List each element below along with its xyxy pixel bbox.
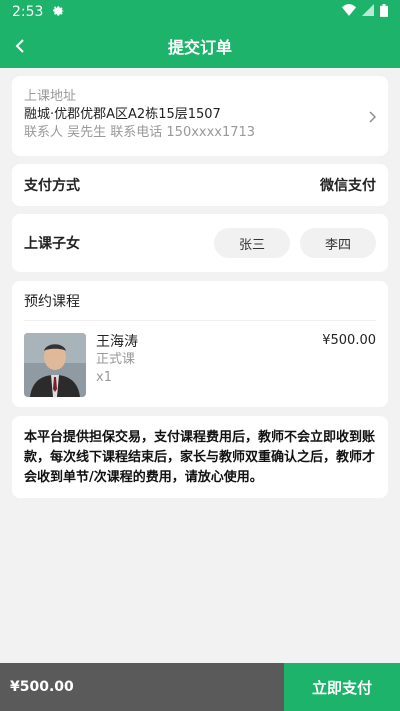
course-price: ¥500.00 bbox=[322, 333, 376, 348]
course-item: 王海涛 正式课 x1 ¥500.00 bbox=[24, 333, 376, 397]
child-chip-lisi[interactable]: 李四 bbox=[300, 228, 376, 258]
course-type: 正式课 bbox=[96, 352, 136, 367]
payment-label: 支付方式 bbox=[24, 178, 80, 194]
pay-now-button[interactable]: 立即支付 bbox=[284, 663, 400, 711]
child-chip-zhangsan[interactable]: 张三 bbox=[214, 228, 290, 258]
gear-icon bbox=[51, 3, 65, 21]
battery-icon bbox=[380, 3, 388, 21]
teacher-avatar bbox=[24, 333, 86, 397]
back-button[interactable] bbox=[8, 34, 32, 58]
address-card[interactable]: 上课地址 融城·优郡优郡A区A2栋15层1507 联系人 吴先生 联系电话 15… bbox=[12, 76, 388, 156]
page-title: 提交订单 bbox=[167, 38, 232, 57]
teacher-name: 王海涛 bbox=[96, 334, 138, 350]
chevron-left-icon bbox=[15, 39, 24, 53]
child-label: 上课子女 bbox=[24, 236, 80, 252]
chevron-right-icon bbox=[368, 108, 376, 127]
payment-method-row[interactable]: 支付方式 微信支付 bbox=[12, 164, 388, 206]
course-card: 预约课程 王海涛 正式课 x1 ¥500.00 bbox=[12, 281, 388, 407]
course-quantity: x1 bbox=[96, 370, 112, 385]
guarantee-notice: 本平台提供担保交易，支付课程费用后，教师不会立即收到账款，每次线下课程结束后，家… bbox=[12, 416, 388, 498]
child-select-row: 上课子女 张三 李四 bbox=[12, 214, 388, 272]
payment-value: 微信支付 bbox=[320, 178, 376, 194]
checkout-bar: ¥500.00 立即支付 bbox=[0, 663, 400, 711]
course-header: 预约课程 bbox=[24, 281, 376, 321]
status-time: 2:53 bbox=[12, 4, 44, 20]
status-bar: 2:53 bbox=[0, 0, 400, 24]
signal-icon bbox=[362, 4, 374, 20]
address-detail: 融城·优郡优郡A区A2栋15层1507 bbox=[24, 107, 221, 122]
total-amount: ¥500.00 bbox=[0, 663, 284, 711]
app-bar: 提交订单 bbox=[0, 24, 400, 68]
wifi-icon bbox=[342, 4, 356, 20]
address-contact: 联系人 吴先生 联系电话 150xxxx1713 bbox=[24, 125, 256, 140]
address-label: 上课地址 bbox=[24, 89, 77, 104]
